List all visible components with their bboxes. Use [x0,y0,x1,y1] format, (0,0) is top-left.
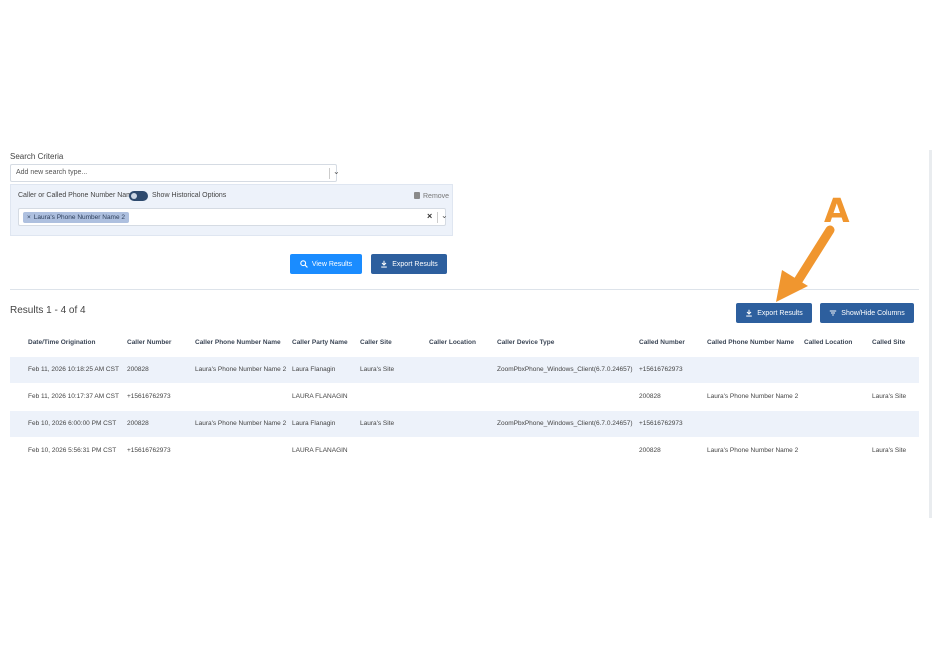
add-search-type-select[interactable]: Add new search type... ⌄ [10,164,340,182]
col-called-phone-number-name[interactable]: Called Phone Number Name [707,339,794,346]
col-caller-device-type[interactable]: Caller Device Type [497,339,554,346]
cell-date-time: Feb 10, 2026 5:56:31 PM CST [28,447,117,454]
historical-options-toggle[interactable] [129,191,148,201]
view-results-button[interactable]: View Results [290,254,362,274]
cell-caller-number: +15616762973 [127,393,171,400]
cell-called-phone-number-name: Laura's Phone Number Name 2 [707,393,799,400]
download-icon [746,309,753,317]
filter-icon [830,310,837,316]
table-row[interactable]: Feb 10, 2026 6:00:00 PM CST 200828 Laura… [10,411,919,437]
download-icon [381,260,388,268]
col-caller-number[interactable]: Caller Number [127,339,171,346]
cell-caller-site: Laura's Site [360,420,395,427]
remove-criterion-button[interactable]: Remove [414,192,449,200]
cell-caller-phone-number-name: Laura's Phone Number Name 2 [195,420,287,427]
table-row[interactable]: Feb 10, 2026 5:56:31 PM CST +15616762973… [10,438,919,464]
table-header: Date/Time Origination Caller Number Call… [10,336,919,352]
results-count: Results 1 - 4 of 4 [10,305,86,316]
col-date-time-origination[interactable]: Date/Time Origination [28,339,95,346]
cell-called-site: Laura's Site [872,393,907,400]
search-criteria-label: Search Criteria [10,152,64,161]
cell-date-time: Feb 11, 2026 10:18:25 AM CST [28,366,119,373]
export-results-button[interactable]: Export Results [371,254,447,274]
cell-called-site: Laura's Site [872,447,907,454]
col-caller-phone-number-name[interactable]: Caller Phone Number Name [195,339,281,346]
cell-caller-number: +15616762973 [127,447,171,454]
cell-caller-site: Laura's Site [360,366,395,373]
chevron-down-icon[interactable]: ⌄ [441,211,448,220]
chip-remove-icon[interactable]: × [27,214,31,221]
col-caller-site[interactable]: Caller Site [360,339,392,346]
annotation-arrow-icon [776,225,835,302]
clear-icon[interactable]: × [427,211,432,221]
trash-icon [414,192,420,199]
col-called-location[interactable]: Called Location [804,339,852,346]
view-results-label: View Results [311,260,353,268]
col-caller-party-name[interactable]: Caller Party Name [292,339,348,346]
export-results-label: Export Results [392,260,438,268]
select-separator [437,212,438,223]
panel-edge [929,150,932,518]
table-row[interactable]: Feb 11, 2026 10:17:37 AM CST +1561676297… [10,384,919,410]
cell-caller-device-type: ZoomPbxPhone_Windows_Client(6.7.0.24657) [497,420,633,427]
selected-chip: × Laura's Phone Number Name 2 [23,212,130,223]
cell-called-number: 200828 [639,447,661,454]
cell-called-phone-number-name: Laura's Phone Number Name 2 [707,447,799,454]
cell-called-number: +15616762973 [639,420,683,427]
col-called-number[interactable]: Called Number [639,339,685,346]
cell-caller-party-name: Laura Flanagin [292,366,336,373]
add-search-type-placeholder: Add new search type... [16,169,88,176]
search-icon [300,260,308,268]
cell-caller-party-name: Laura Flanagin [292,420,336,427]
col-caller-location[interactable]: Caller Location [429,339,476,346]
table-row[interactable]: Feb 11, 2026 10:18:25 AM CST 200828 Laur… [10,357,919,383]
results-export-button[interactable]: Export Results [736,303,812,323]
cell-date-time: Feb 10, 2026 6:00:00 PM CST [28,420,117,427]
criterion-label: Caller or Called Phone Number Name [18,192,136,199]
cell-caller-number: 200828 [127,366,149,373]
criterion-card: Caller or Called Phone Number Name Show … [10,184,453,236]
show-hide-columns-label: Show/Hide Columns [841,309,905,317]
col-called-site[interactable]: Called Site [872,339,905,346]
cell-caller-party-name: LAURA FLANAGIN [292,447,348,454]
chevron-down-icon[interactable]: ⌄ [333,167,340,176]
remove-label: Remove [423,193,450,200]
cell-called-number: 200828 [639,393,661,400]
historical-options-label: Show Historical Options [152,192,227,199]
phone-number-name-select[interactable]: × Laura's Phone Number Name 2 × ⌄ [18,208,448,226]
results-export-label: Export Results [757,309,803,317]
show-hide-columns-button[interactable]: Show/Hide Columns [820,303,914,323]
cell-caller-device-type: ZoomPbxPhone_Windows_Client(6.7.0.24657) [497,366,633,373]
cell-called-number: +15616762973 [639,366,683,373]
cell-caller-phone-number-name: Laura's Phone Number Name 2 [195,366,287,373]
cell-date-time: Feb 11, 2026 10:17:37 AM CST [28,393,119,400]
select-separator [329,168,330,179]
cell-caller-number: 200828 [127,420,149,427]
toggle-knob [131,193,137,199]
chip-label: Laura's Phone Number Name 2 [33,214,126,221]
cell-caller-party-name: LAURA FLANAGIN [292,393,348,400]
